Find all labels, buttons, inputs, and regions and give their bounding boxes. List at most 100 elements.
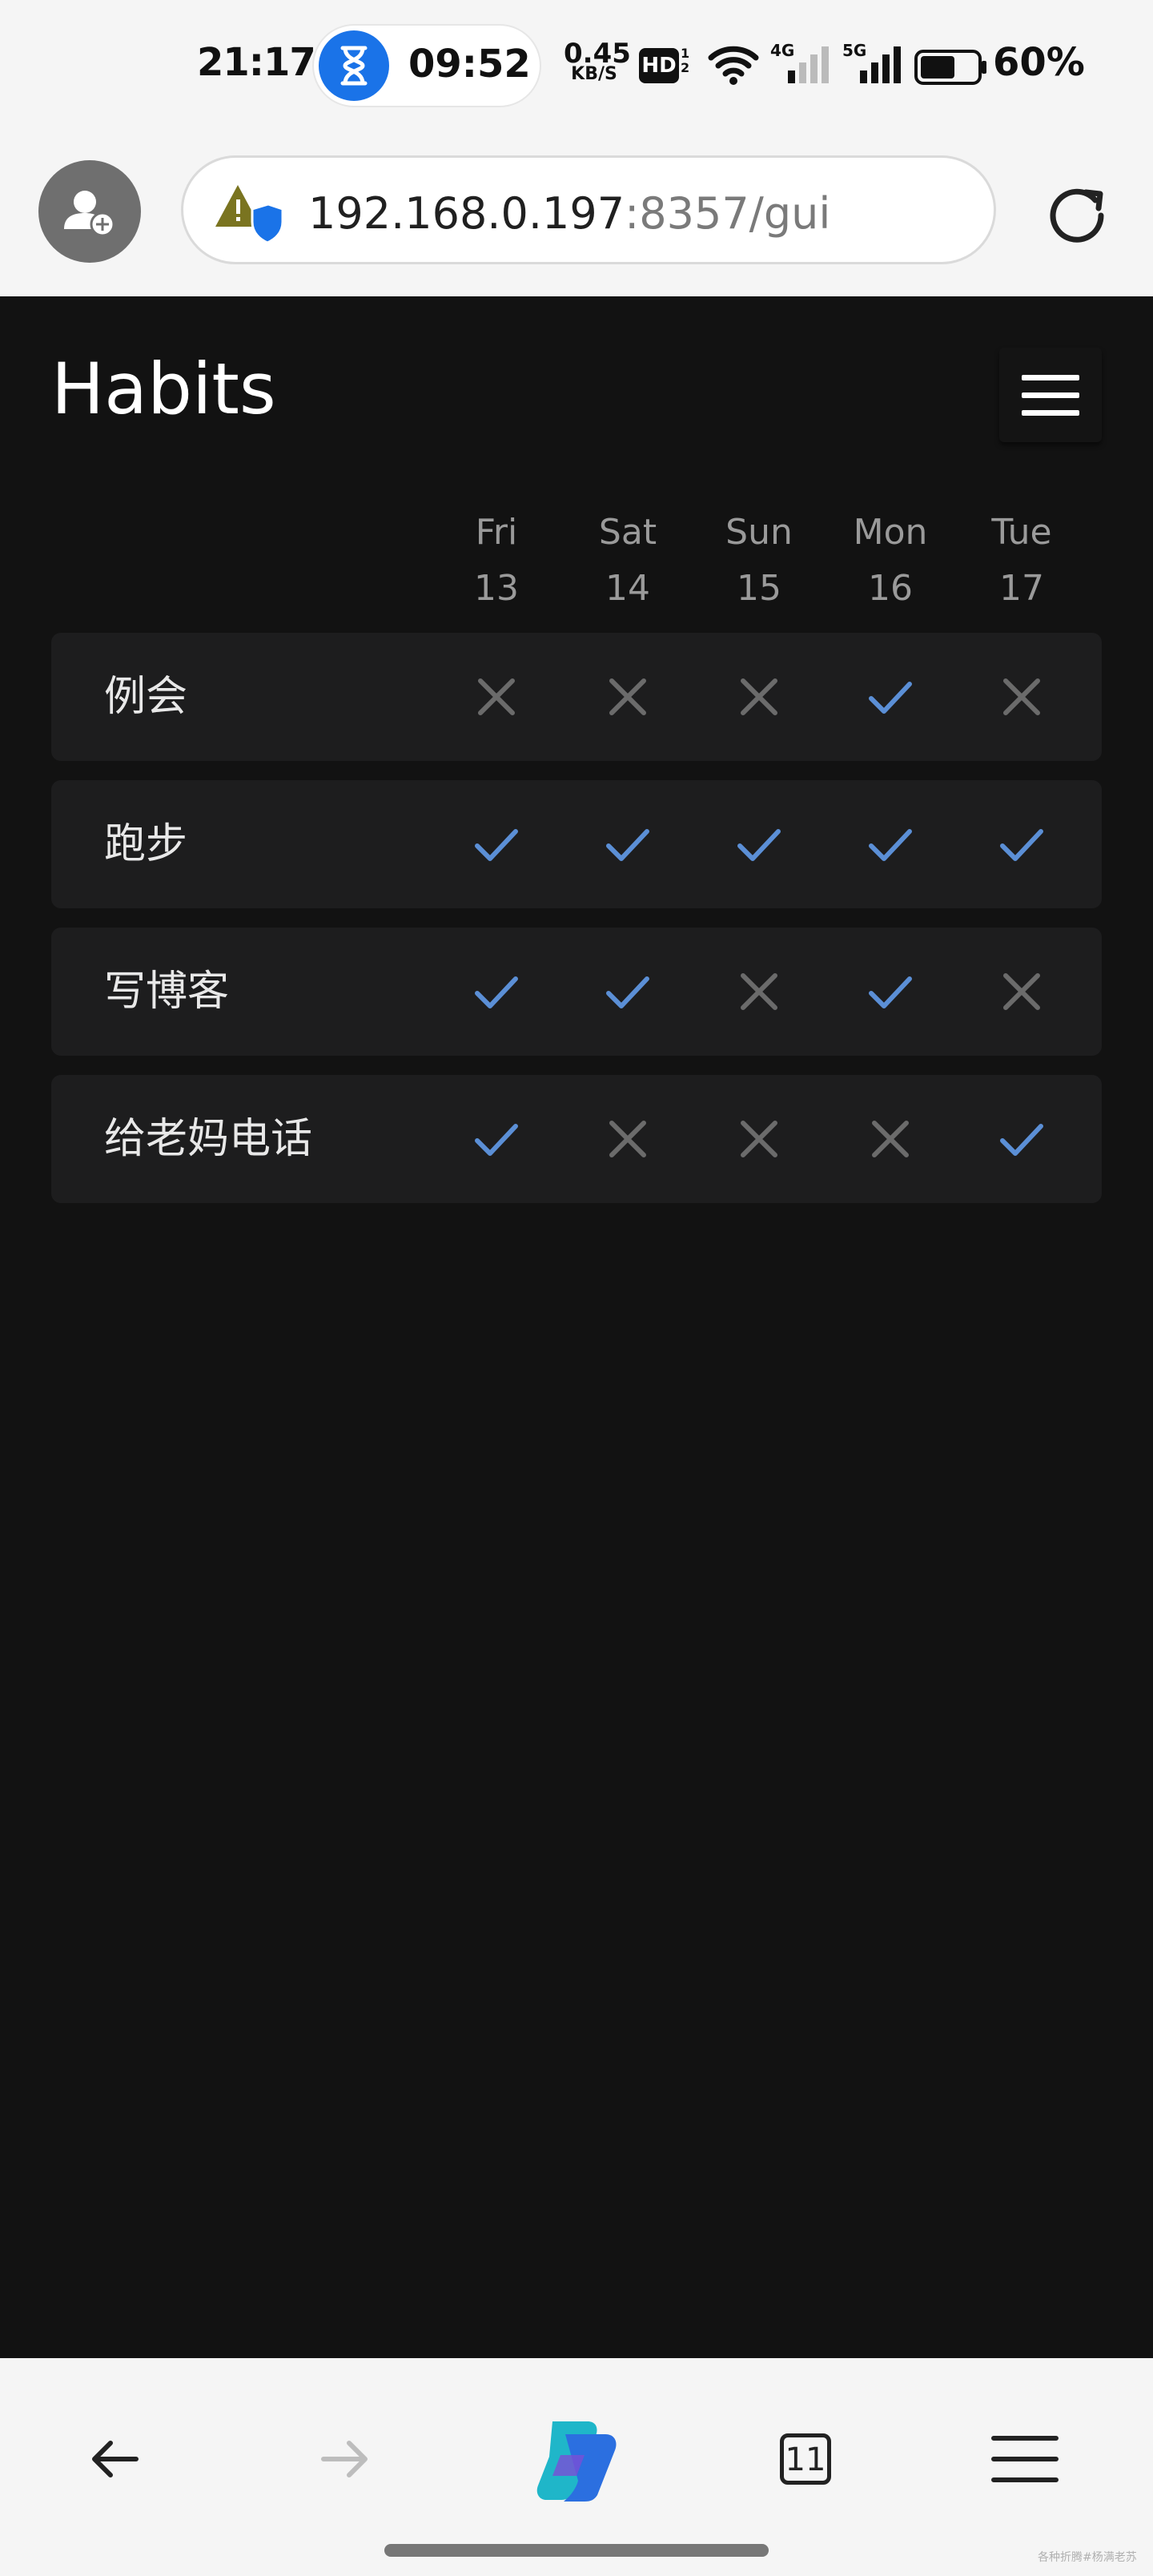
url-text[interactable]: 192.168.0.197:8357/gui — [308, 188, 830, 239]
day-date: 14 — [605, 568, 650, 609]
check-icon — [606, 829, 649, 861]
habit-cell-done[interactable] — [431, 1075, 562, 1203]
day-header: Sat 14 — [562, 505, 693, 617]
day-date: 15 — [737, 568, 781, 609]
status-time: 21:17 — [197, 40, 316, 85]
habit-cell-done[interactable] — [956, 780, 1087, 908]
menu-bar — [1022, 375, 1079, 380]
wifi-icon — [708, 45, 759, 90]
check-icon — [475, 976, 518, 1008]
day-name: Tue — [991, 512, 1052, 553]
habit-cell-missed[interactable] — [693, 928, 825, 1056]
habit-cell-missed[interactable] — [956, 928, 1087, 1056]
habit-name[interactable]: 跑步 — [104, 780, 187, 908]
habit-cell-done[interactable] — [431, 780, 562, 908]
habit-cell-done[interactable] — [825, 780, 956, 908]
habit-name[interactable]: 例会 — [104, 633, 187, 761]
check-icon — [475, 829, 518, 861]
address-bar[interactable]: 192.168.0.197:8357/gui — [181, 155, 996, 264]
hd-voice-icon: HD — [639, 48, 679, 83]
cross-icon — [609, 678, 646, 715]
habit-row[interactable]: 例会 — [51, 633, 1102, 761]
habit-cell-done[interactable] — [693, 780, 825, 908]
day-date: 13 — [474, 568, 519, 609]
cross-icon — [741, 678, 777, 715]
hourglass-icon — [319, 30, 389, 101]
day-header: Fri 13 — [431, 505, 562, 617]
timer-text: 09:52 — [408, 42, 531, 87]
back-button[interactable] — [67, 2411, 163, 2507]
browser-toolbar: 192.168.0.197:8357/gui — [0, 136, 1153, 296]
browser-bottom-nav: 11 各种折腾#杨满老苏 — [0, 2358, 1153, 2576]
menu-button[interactable] — [999, 348, 1102, 442]
net-speed: 0.45 KB/S — [564, 38, 631, 84]
browser-menu-button[interactable] — [977, 2411, 1073, 2507]
copilot-icon — [536, 2421, 617, 2502]
habit-cell-done[interactable] — [825, 633, 956, 761]
add-profile-icon — [64, 191, 115, 237]
menu-bar — [1022, 410, 1079, 416]
hd-sim-index: 1 2 — [681, 46, 689, 75]
habit-cell-done[interactable] — [956, 1075, 1087, 1203]
habit-cell-missed[interactable] — [431, 633, 562, 761]
habit-cell-missed[interactable] — [562, 1075, 693, 1203]
habit-cell-done[interactable] — [562, 928, 693, 1056]
battery-percent: 60% — [993, 40, 1085, 85]
habit-name[interactable]: 写博客 — [104, 928, 229, 1056]
day-name: Sun — [725, 512, 793, 553]
status-bar: 21:17 09:52 0.45 KB/S HD 1 2 4G 5G 60% — [0, 0, 1153, 136]
habit-cell-done[interactable] — [431, 928, 562, 1056]
signal-4g-label: 4G — [770, 41, 794, 60]
check-icon — [475, 1124, 518, 1156]
cross-icon — [741, 973, 777, 1010]
check-icon — [869, 682, 912, 714]
net-speed-unit: KB/S — [571, 64, 617, 84]
day-name: Fri — [475, 512, 518, 553]
habit-cell-missed[interactable] — [693, 1075, 825, 1203]
signal-4g-icon: 4G — [769, 40, 833, 88]
page-title: Habits — [51, 348, 276, 430]
cross-icon — [1003, 678, 1040, 715]
signal-5g-icon: 5G — [841, 40, 905, 88]
watermark: 各种折腾#杨满老苏 — [1038, 2551, 1137, 2564]
habit-cell-missed[interactable] — [825, 1075, 956, 1203]
habit-cell-missed[interactable] — [956, 633, 1087, 761]
check-icon — [869, 829, 912, 861]
habit-cell-done[interactable] — [562, 780, 693, 908]
cross-icon — [478, 678, 515, 715]
day-header: Sun 15 — [693, 505, 825, 617]
day-name: Mon — [853, 512, 928, 553]
day-header: Tue 17 — [956, 505, 1087, 617]
arrow-right-icon — [321, 2441, 368, 2477]
day-header: Mon 16 — [825, 505, 956, 617]
check-icon — [1000, 1124, 1043, 1156]
home-indicator[interactable] — [384, 2544, 769, 2557]
habits-page: Habits Fri 13 Sat 14 Sun 15 Mon 16 Tue 17 例会跑步写博客… — [0, 296, 1153, 2358]
habit-row[interactable]: 写博客 — [51, 928, 1102, 1056]
check-icon — [606, 976, 649, 1008]
hd-sub-top: 1 — [681, 46, 690, 61]
insecure-warning-icon[interactable] — [214, 182, 286, 249]
habit-cell-done[interactable] — [825, 928, 956, 1056]
timer-chip[interactable]: 09:52 — [314, 26, 540, 106]
day-name: Sat — [598, 512, 657, 553]
reload-icon — [1050, 188, 1104, 243]
tabs-count: 11 — [780, 2433, 831, 2485]
hamburger-menu-icon — [991, 2436, 1059, 2482]
habit-cell-missed[interactable] — [693, 633, 825, 761]
reload-button[interactable] — [1041, 179, 1113, 255]
net-speed-value: 0.45 — [564, 38, 631, 70]
habit-row[interactable]: 给老妈电话 — [51, 1075, 1102, 1203]
check-icon — [1000, 829, 1043, 861]
cross-icon — [741, 1121, 777, 1157]
url-host: 192.168.0.197 — [308, 188, 625, 239]
arrow-left-icon — [92, 2441, 139, 2477]
profile-button[interactable] — [38, 160, 141, 263]
forward-button[interactable] — [296, 2411, 392, 2507]
day-date: 17 — [999, 568, 1044, 609]
habit-cell-missed[interactable] — [562, 633, 693, 761]
copilot-button[interactable] — [528, 2411, 625, 2507]
habit-name[interactable]: 给老妈电话 — [104, 1075, 312, 1203]
habit-row[interactable]: 跑步 — [51, 780, 1102, 908]
tabs-button[interactable]: 11 — [757, 2411, 854, 2507]
